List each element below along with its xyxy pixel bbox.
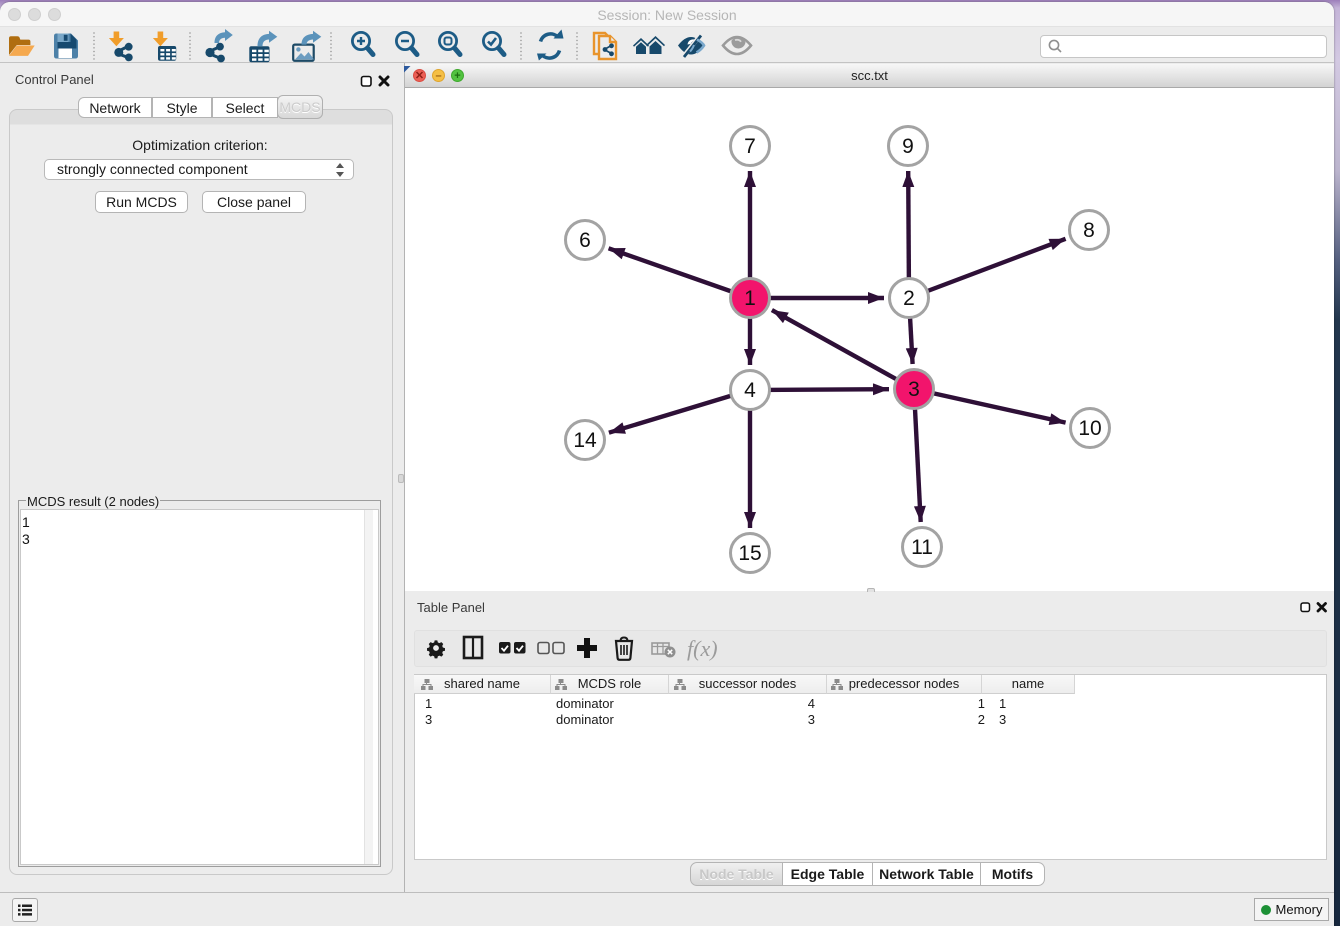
- svg-text:2: 2: [903, 287, 915, 310]
- svg-text:8: 8: [1083, 219, 1095, 242]
- svg-text:f(x): f(x): [687, 636, 718, 661]
- svg-text:1: 1: [744, 287, 756, 310]
- svg-text:6: 6: [579, 229, 591, 252]
- svg-text:10: 10: [1078, 417, 1101, 440]
- svg-text:7: 7: [744, 135, 756, 158]
- svg-text:15: 15: [738, 542, 761, 565]
- svg-text:11: 11: [911, 536, 933, 559]
- svg-text:9: 9: [902, 135, 914, 158]
- svg-text:3: 3: [908, 378, 920, 401]
- svg-text:14: 14: [573, 429, 597, 452]
- svg-text:4: 4: [744, 379, 756, 402]
